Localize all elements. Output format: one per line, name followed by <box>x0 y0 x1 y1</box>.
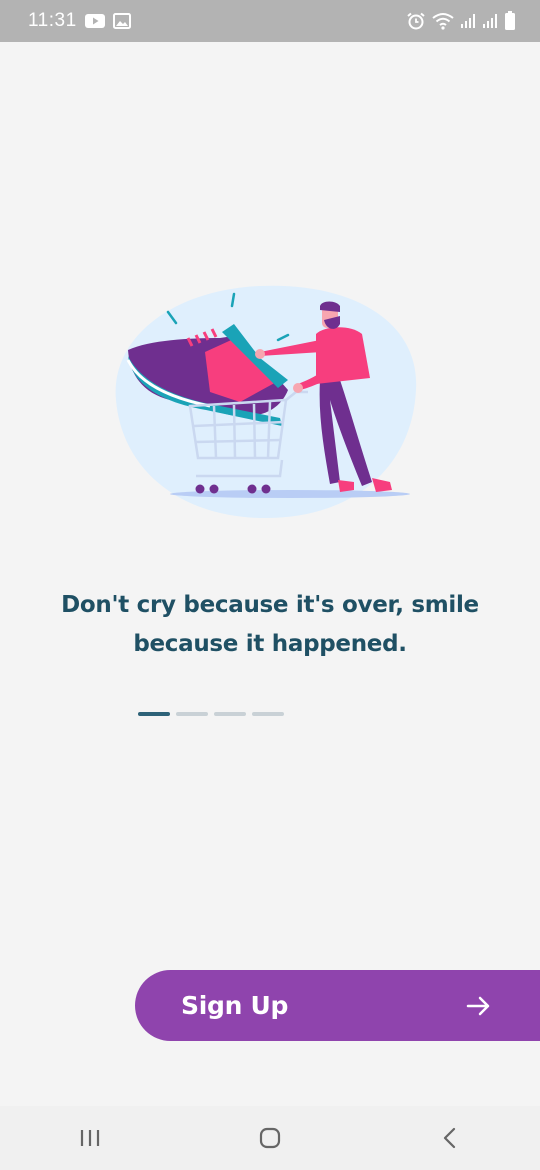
wifi-icon <box>432 13 454 30</box>
recents-button[interactable] <box>50 1106 130 1170</box>
page-indicator <box>138 712 284 716</box>
quote-line-1: Don't cry because it's over, smile <box>61 592 479 618</box>
onboarding-quote: Don't cry because it's over, smile becau… <box>30 586 510 664</box>
recents-icon <box>80 1130 100 1146</box>
shopping-cart-shoe-illustration <box>115 285 417 519</box>
signal-icon <box>461 14 475 28</box>
sign-up-button[interactable]: Sign Up <box>135 970 540 1041</box>
status-left: 11:31 <box>28 10 131 32</box>
page-dot-2 <box>176 712 208 716</box>
page-dot-1 <box>138 712 170 716</box>
gallery-icon <box>112 13 131 29</box>
signal-icon-2 <box>483 14 497 28</box>
back-button[interactable] <box>410 1106 490 1170</box>
status-time: 11:31 <box>28 10 77 31</box>
battery-icon <box>505 11 515 30</box>
status-bar: 11:31 <box>0 0 540 42</box>
home-icon <box>259 1127 281 1149</box>
quote-line-2: because it happened. <box>133 631 407 657</box>
sign-up-label: Sign Up <box>181 991 289 1020</box>
page-dot-3 <box>214 712 246 716</box>
arrow-right-icon <box>466 996 490 1015</box>
back-icon <box>443 1127 456 1149</box>
navigation-bar <box>0 1106 540 1170</box>
youtube-icon <box>84 14 105 28</box>
alarm-icon <box>407 12 425 30</box>
floor-shadow <box>170 490 410 498</box>
status-right <box>406 11 516 31</box>
page-dot-4 <box>252 712 284 716</box>
home-button[interactable] <box>230 1106 310 1170</box>
